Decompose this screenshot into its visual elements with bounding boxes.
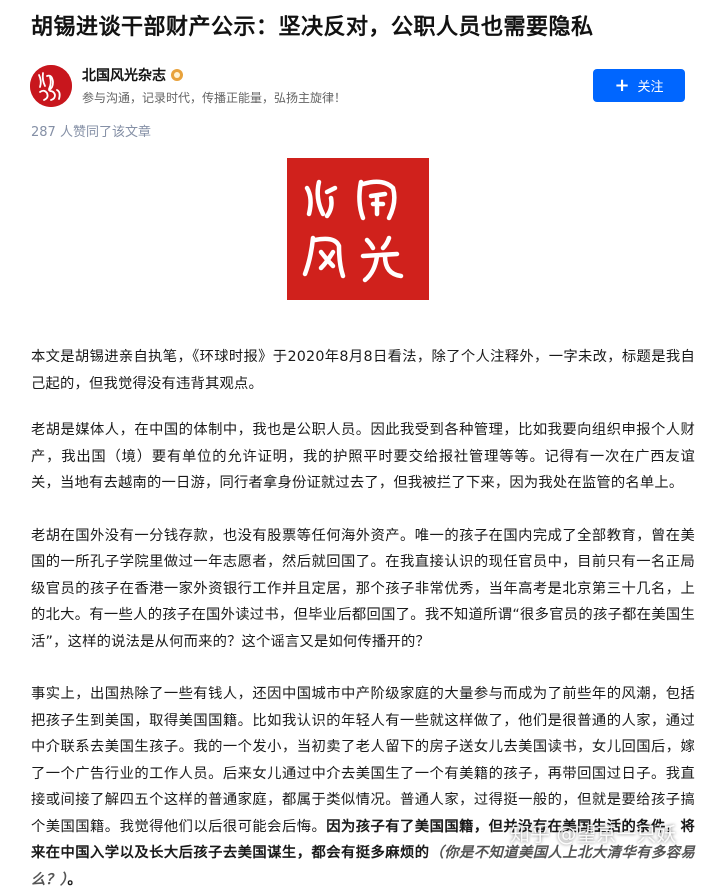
zhihu-watermark: 知乎 @望京一只妖: [510, 822, 677, 846]
follow-button-label: 关注: [637, 80, 664, 95]
article-paragraph: 老胡在国外没有一分钱存款，也没有股票等任何海外资产。唯一的孩子在国内完成了全部教…: [31, 527, 695, 650]
author-name[interactable]: 北国风光杂志: [82, 65, 183, 85]
cover-image: [287, 158, 429, 300]
verified-badge-icon: [171, 69, 183, 81]
author-bio: 参与沟通，记录时代，传播正能量，弘扬主旋律！: [82, 91, 347, 105]
author-info: 北国风光杂志 参与沟通，记录时代，传播正能量，弘扬主旋律！ + 关注: [30, 63, 690, 113]
article-title: 胡锡进谈干部财产公示：坚决反对，公职人员也需要隐私: [31, 15, 594, 40]
author-avatar[interactable]: [30, 65, 72, 107]
article-paragraph: 老胡是媒体人，在中国的体制中，我也是公职人员。因此我受到各种管理，比如我要向组织…: [31, 422, 695, 491]
calligraphy-logo-icon: [30, 65, 72, 107]
article-paragraph: 本文是胡锡进亲自执笔，《环球时报》于2020年8月8日看法，除了个人注释外，一字…: [31, 349, 695, 392]
vote-count[interactable]: 287 人赞同了该文章: [31, 121, 151, 140]
plus-icon: +: [614, 74, 630, 96]
follow-button[interactable]: + 关注: [593, 69, 685, 102]
paragraph-text: 事实上，出国热除了一些有钱人，还因中国城市中产阶级家庭的大量参与而成为了前些年的…: [31, 686, 695, 835]
paragraph-end: 。: [67, 871, 82, 888]
article-body: 本文是胡锡进亲自执笔，《环球时报》于2020年8月8日看法，除了个人注释外，一字…: [31, 344, 695, 893]
article-paragraph: 事实上，出国热除了一些有钱人，还因中国城市中产阶级家庭的大量参与而成为了前些年的…: [31, 681, 695, 893]
calligraphy-cover-icon: [287, 158, 429, 300]
